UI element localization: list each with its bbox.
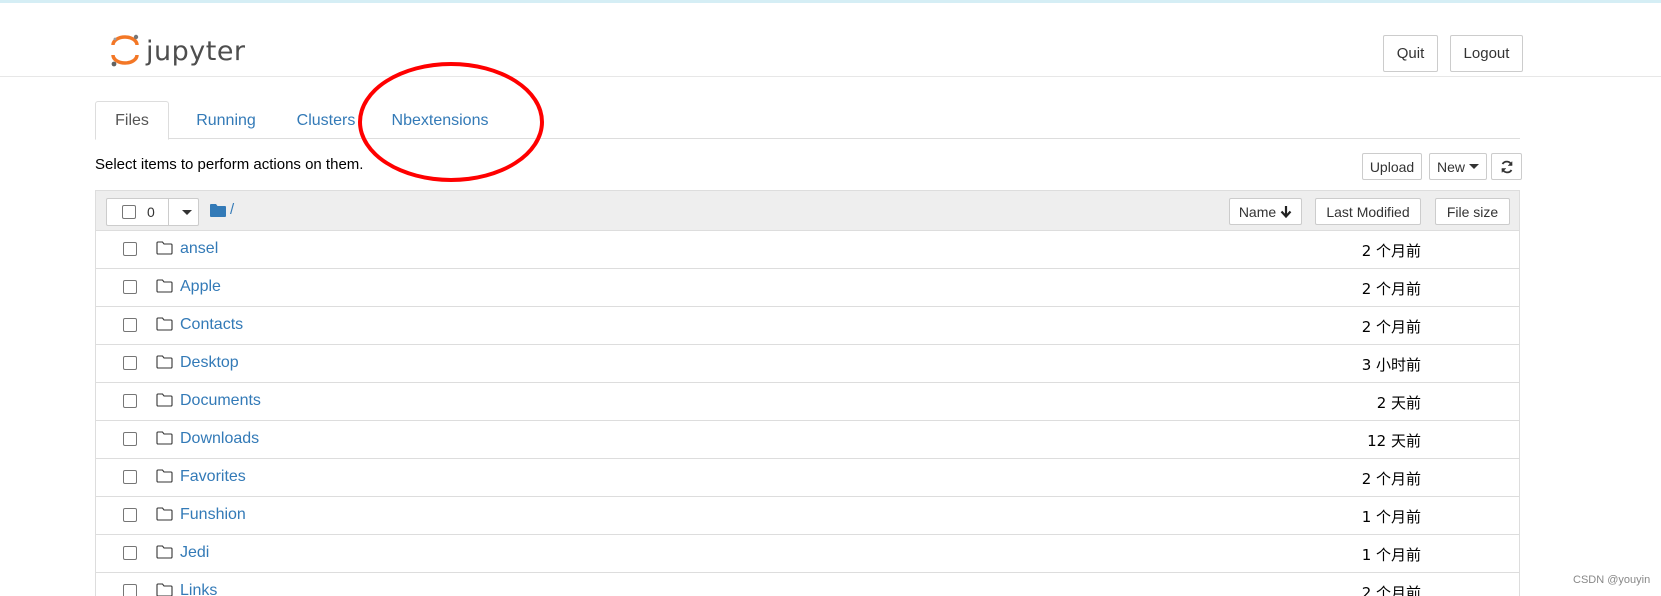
folder-icon	[156, 583, 173, 596]
folder-solid-icon[interactable]	[210, 204, 226, 217]
item-checkbox[interactable]	[123, 394, 137, 408]
list-item[interactable]: Jedi 1 个月前	[96, 535, 1519, 573]
item-name-link[interactable]: Funshion	[180, 506, 246, 524]
arrow-down-icon	[1280, 206, 1292, 218]
item-checkbox[interactable]	[123, 242, 137, 256]
header: jupyter Quit Logout	[0, 3, 1661, 77]
tab-files[interactable]: Files	[95, 101, 169, 140]
selected-count: 0	[147, 204, 155, 220]
folder-icon	[156, 431, 173, 445]
list-item[interactable]: Documents 2 天前	[96, 383, 1519, 421]
item-name-link[interactable]: Favorites	[180, 468, 246, 486]
file-list: 0 / Name Last Modified File size ansel 2…	[95, 190, 1520, 596]
file-list-header: 0 / Name Last Modified File size	[96, 191, 1519, 231]
item-checkbox[interactable]	[123, 546, 137, 560]
item-modified: 12 天前	[1367, 432, 1421, 450]
tab-running[interactable]: Running	[181, 101, 271, 140]
item-name-link[interactable]: Apple	[180, 278, 221, 296]
item-checkbox[interactable]	[123, 356, 137, 370]
item-modified: 1 个月前	[1361, 546, 1421, 564]
tab-nbextensions[interactable]: Nbextensions	[385, 101, 495, 140]
item-modified: 2 个月前	[1361, 280, 1421, 298]
folder-icon	[156, 241, 173, 255]
folder-icon	[156, 317, 173, 331]
new-dropdown-button[interactable]: New	[1429, 153, 1487, 180]
refresh-icon	[1501, 160, 1512, 173]
item-modified: 1 个月前	[1361, 508, 1421, 526]
jupyter-logo-icon	[111, 34, 139, 67]
select-menu-caret-icon[interactable]	[182, 210, 192, 215]
list-item[interactable]: ansel 2 个月前	[96, 231, 1519, 269]
item-checkbox[interactable]	[123, 280, 137, 294]
item-name-link[interactable]: Links	[180, 582, 217, 596]
item-name-link[interactable]: Downloads	[180, 430, 259, 448]
list-item[interactable]: Downloads 12 天前	[96, 421, 1519, 459]
item-modified: 2 天前	[1376, 394, 1421, 412]
folder-icon	[156, 279, 173, 293]
item-checkbox[interactable]	[123, 432, 137, 446]
tab-bar: Files Running Clusters Nbextensions	[95, 101, 1520, 140]
refresh-button[interactable]	[1491, 153, 1522, 180]
list-item[interactable]: Apple 2 个月前	[96, 269, 1519, 307]
folder-icon	[156, 469, 173, 483]
item-name-link[interactable]: Jedi	[180, 544, 209, 562]
list-item[interactable]: Desktop 3 小时前	[96, 345, 1519, 383]
tab-clusters[interactable]: Clusters	[288, 101, 364, 140]
item-checkbox[interactable]	[123, 508, 137, 522]
item-modified: 3 小时前	[1361, 356, 1421, 374]
item-modified: 2 个月前	[1361, 584, 1421, 596]
breadcrumb-root[interactable]: /	[230, 201, 234, 218]
list-item[interactable]: Contacts 2 个月前	[96, 307, 1519, 345]
jupyter-logo[interactable]: jupyter	[110, 33, 246, 69]
caret-down-icon	[1469, 164, 1479, 169]
item-checkbox[interactable]	[123, 584, 137, 596]
item-name-link[interactable]: ansel	[180, 240, 218, 258]
sort-name-button[interactable]: Name	[1229, 198, 1302, 225]
item-name-link[interactable]: Contacts	[180, 316, 243, 334]
item-name-link[interactable]: Desktop	[180, 354, 239, 372]
logo-text: jupyter	[146, 35, 246, 67]
item-modified: 2 个月前	[1361, 242, 1421, 260]
item-name-link[interactable]: Documents	[180, 392, 261, 410]
item-modified: 2 个月前	[1361, 318, 1421, 336]
folder-icon	[156, 545, 173, 559]
new-label: New	[1436, 158, 1465, 175]
list-item[interactable]: Funshion 1 个月前	[96, 497, 1519, 535]
item-checkbox[interactable]	[123, 470, 137, 484]
logout-button[interactable]: Logout	[1450, 35, 1523, 72]
sort-name-label: Name	[1238, 203, 1277, 220]
sort-modified-button[interactable]: Last Modified	[1315, 198, 1421, 225]
divider	[168, 199, 169, 225]
list-item[interactable]: Links 2 个月前	[96, 573, 1519, 596]
item-modified: 2 个月前	[1361, 470, 1421, 488]
upload-button[interactable]: Upload	[1362, 153, 1422, 180]
folder-icon	[156, 507, 173, 521]
quit-button[interactable]: Quit	[1383, 35, 1438, 72]
folder-icon	[156, 355, 173, 369]
folder-icon	[156, 393, 173, 407]
item-checkbox[interactable]	[123, 318, 137, 332]
sort-size-button[interactable]: File size	[1435, 198, 1510, 225]
select-all-checkbox[interactable]	[122, 205, 136, 219]
list-item[interactable]: Favorites 2 个月前	[96, 459, 1519, 497]
selection-hint: Select items to perform actions on them.	[95, 156, 364, 173]
watermark: CSDN @youyin	[1573, 574, 1651, 586]
select-all-group[interactable]: 0	[106, 198, 199, 226]
